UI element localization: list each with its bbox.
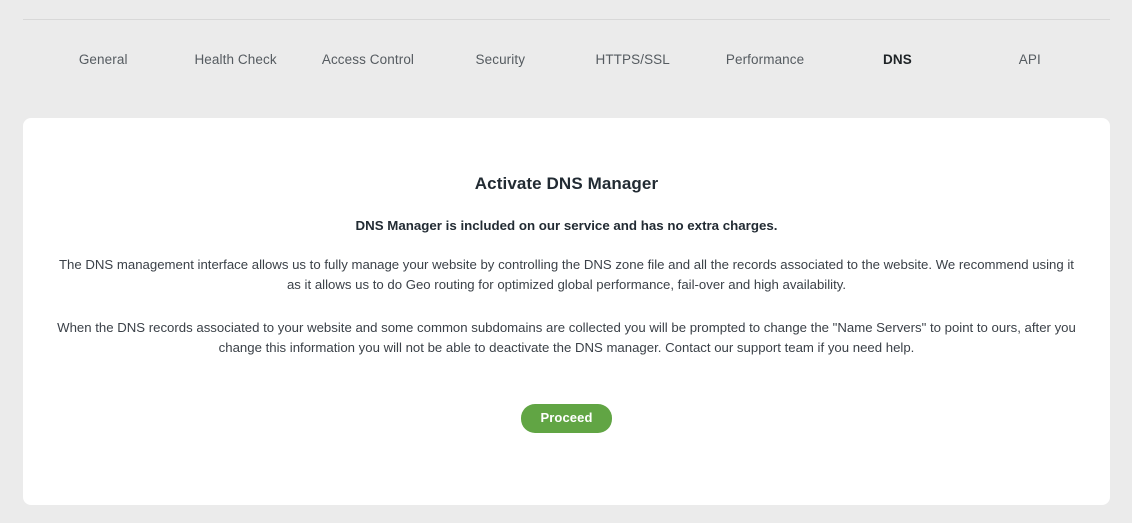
tab-dns[interactable]: DNS (831, 53, 963, 67)
tab-general[interactable]: General (37, 53, 169, 67)
tab-performance[interactable]: Performance (699, 53, 831, 67)
tab-health-check[interactable]: Health Check (169, 53, 301, 67)
proceed-button[interactable]: Proceed (521, 404, 612, 434)
pricing-note: DNS Manager is included on our service a… (355, 218, 778, 233)
description-block: The DNS management interface allows us t… (23, 233, 1110, 357)
tab-access-control[interactable]: Access Control (302, 53, 434, 67)
description-paragraph-1: The DNS management interface allows us t… (59, 257, 1074, 292)
description-paragraph-2: When the DNS records associated to your … (57, 320, 1076, 355)
header-divider (23, 19, 1110, 20)
settings-tab-bar: General Health Check Access Control Secu… (23, 30, 1110, 90)
tab-https-ssl[interactable]: HTTPS/SSL (567, 53, 699, 67)
tab-security[interactable]: Security (434, 53, 566, 67)
dns-activation-card: Activate DNS Manager DNS Manager is incl… (23, 118, 1110, 505)
page-title: Activate DNS Manager (474, 174, 659, 193)
action-row: Proceed (23, 357, 1110, 434)
tab-api[interactable]: API (964, 53, 1096, 67)
